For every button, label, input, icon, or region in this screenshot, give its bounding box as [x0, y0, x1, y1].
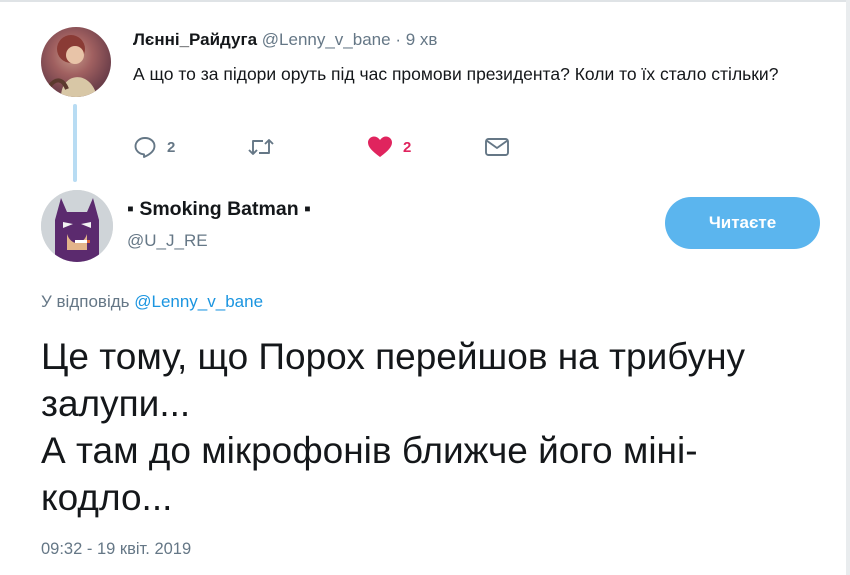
tweet-text-line: А там до мікрофонів ближче його міні- [41, 430, 698, 471]
envelope-icon [484, 135, 510, 159]
parent-tweet-actions: 2 2 [133, 132, 533, 162]
reply-icon [133, 135, 157, 159]
tweet-text-line: залупи... [41, 383, 191, 424]
tweet-text-line: Це тому, що Порох перейшов на трибуну [41, 336, 746, 377]
parent-tweet-text: А що то за підори оруть під час промови … [133, 64, 779, 84]
tweet-text-line: кодло... [41, 477, 173, 518]
retweet-button[interactable] [246, 132, 276, 162]
tweet-timestamp[interactable]: 09:32 - 19 квіт. 2019 [41, 540, 191, 559]
retweet-icon [246, 135, 276, 159]
header-separator: · [395, 30, 401, 49]
avatar-main-author[interactable] [41, 190, 113, 262]
parent-author-name[interactable]: Лєнні_Райдуга [133, 30, 257, 49]
top-border [0, 0, 850, 2]
main-tweet-text: Це тому, що Порох перейшов на трибуну за… [41, 333, 831, 521]
parent-tweet-time[interactable]: 9 хв [406, 30, 438, 49]
scrollbar[interactable] [846, 0, 850, 575]
thread-connector-line [73, 104, 77, 182]
avatar-parent-author[interactable] [41, 27, 111, 97]
like-count: 2 [403, 138, 412, 156]
reply-button[interactable]: 2 [133, 132, 175, 162]
reply-prefix: У відповідь [41, 292, 130, 311]
following-button[interactable]: Читаєте [665, 197, 820, 249]
reply-context: У відповідь @Lenny_v_bane [41, 292, 263, 312]
parent-tweet-header: Лєнні_Райдуга @Lenny_v_bane · 9 хв [133, 30, 437, 52]
direct-message-button[interactable] [484, 132, 510, 162]
reply-mention-link[interactable]: @Lenny_v_bane [134, 292, 263, 311]
like-button[interactable]: 2 [367, 132, 411, 162]
heart-icon [367, 135, 393, 159]
main-author-handle[interactable]: @U_J_RE [127, 231, 208, 251]
reply-count: 2 [167, 138, 176, 156]
main-author-name[interactable]: ▪ Smoking Batman ▪ [127, 198, 311, 221]
parent-author-handle[interactable]: @Lenny_v_bane [262, 30, 391, 49]
